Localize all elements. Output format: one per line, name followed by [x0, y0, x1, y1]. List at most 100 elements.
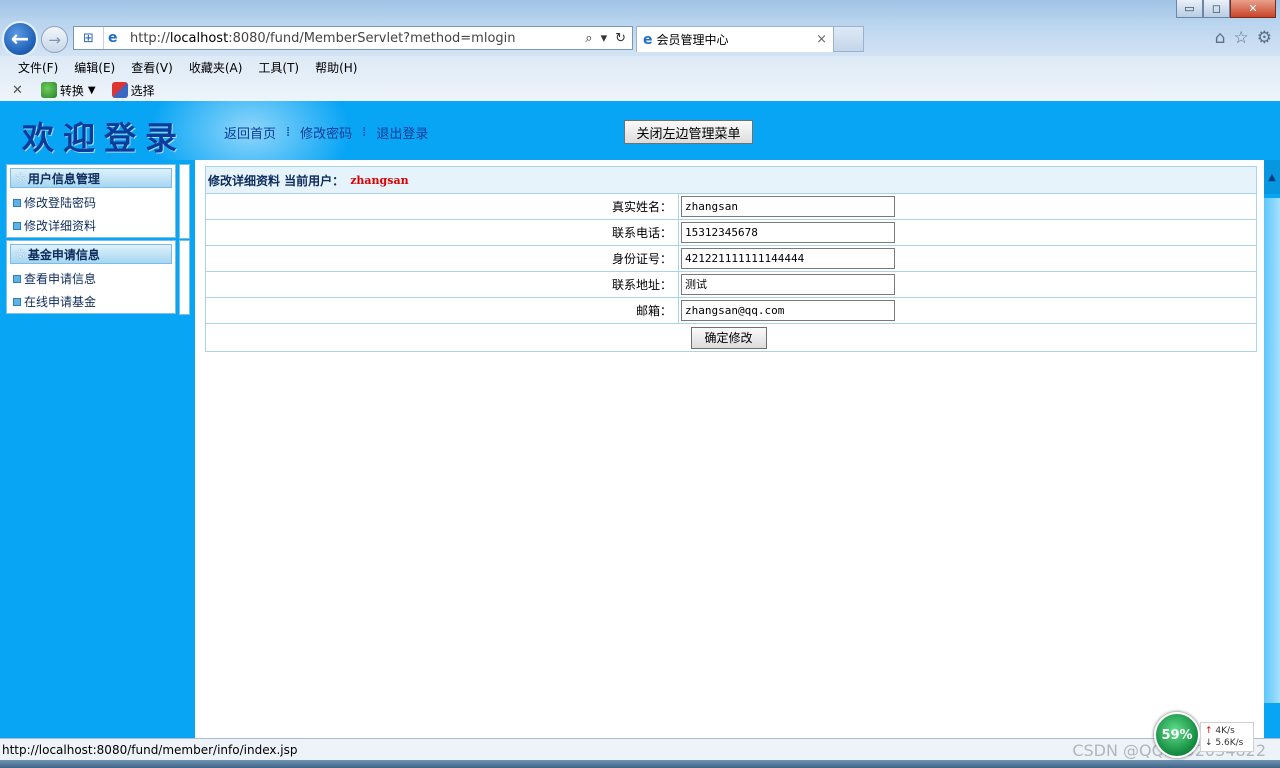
link-logout[interactable]: 退出登录 — [376, 123, 428, 142]
convert-button[interactable]: 转换 ▼ — [40, 82, 102, 99]
confirm-edit-button[interactable]: 确定修改 — [690, 326, 767, 349]
convert-label: 转换 — [59, 83, 84, 98]
sidebar-item-label: 修改详细资料 — [24, 219, 97, 233]
id-number-input[interactable]: 421221111111144444 — [681, 248, 895, 269]
sidebar-item-label: 在线申请基金 — [24, 295, 97, 309]
select-label: 选择 — [130, 83, 155, 98]
back-button[interactable]: ← — [2, 21, 38, 57]
panel-header-user-info[interactable]: ✩ 用户信息管理 — [10, 168, 172, 188]
close-window-button[interactable]: ✕ — [1230, 0, 1276, 18]
tab-title: 会员管理中心 — [656, 33, 729, 47]
form-row-address: 联系地址： 测试 — [206, 272, 1256, 298]
left-sidebar: ✩ 用户信息管理 修改登陆密码 修改详细资料 ✩ 基金申请信息 查看申请信息 在线申… — [0, 160, 195, 738]
form-row-phone: 联系电话： 15312345678 — [206, 220, 1256, 246]
scroll-thumb[interactable] — [1264, 198, 1280, 703]
email-label: 邮箱： — [206, 298, 679, 323]
menu-file[interactable]: 文件(F) — [18, 59, 58, 76]
panel-rail — [179, 164, 190, 239]
favorites-icon[interactable]: ☆ — [1234, 28, 1249, 48]
main-content: 修改详细资料 当前用户： zhangsan 真实姓名： zhangsan 联系电… — [195, 160, 1264, 738]
convert-icon — [40, 82, 57, 98]
address-url[interactable]: http://localhost:8080/fund/MemberServlet… — [130, 31, 585, 46]
url-host: localhost — [169, 30, 229, 46]
vertical-scrollbar[interactable]: ▲ — [1264, 160, 1280, 738]
url-scheme: http:// — [130, 30, 170, 46]
user-info-panel: ✩ 用户信息管理 修改登陆密码 修改详细资料 — [6, 164, 176, 238]
sidebar-item-edit-details[interactable]: 修改详细资料 — [7, 214, 175, 237]
scroll-up-icon[interactable]: ▲ — [1264, 160, 1280, 194]
real-name-label: 真实姓名： — [206, 194, 679, 219]
bullet-icon — [13, 297, 21, 306]
address-input[interactable]: 测试 — [681, 274, 895, 295]
download-speed: 5.6K/s — [1215, 738, 1244, 748]
menu-view[interactable]: 查看(V) — [131, 59, 173, 76]
search-icon[interactable]: ⌕ — [585, 31, 592, 46]
form-heading: 修改详细资料 当前用户： zhangsan — [206, 167, 1256, 194]
refresh-icon[interactable]: ↻ — [615, 31, 626, 46]
sidebar-item-label: 查看申请信息 — [24, 272, 97, 286]
address-bar[interactable]: ⊞ e http://localhost:8080/fund/MemberSer… — [73, 26, 633, 50]
link-change-password[interactable]: 修改密码 — [300, 123, 352, 142]
download-arrow-icon: ↓ — [1205, 738, 1213, 748]
real-name-input[interactable]: zhangsan — [681, 196, 895, 217]
minimize-button[interactable]: ▭ — [1176, 0, 1203, 18]
edit-details-form: 修改详细资料 当前用户： zhangsan 真实姓名： zhangsan 联系电… — [205, 166, 1257, 352]
network-monitor-widget[interactable]: 59% — [1154, 712, 1200, 758]
menu-favorites[interactable]: 收藏夹(A) — [189, 59, 243, 76]
add-favorite-icon[interactable]: ⊞ — [74, 27, 104, 49]
forward-arrow-icon: → — [48, 30, 61, 49]
os-taskbar — [0, 760, 1280, 768]
toggle-left-menu-button[interactable]: 关闭左边管理菜单 — [624, 120, 753, 144]
form-row-id-number: 身份证号： 421221111111144444 — [206, 246, 1256, 272]
tab-member-center[interactable]: e 会员管理中心 × — [636, 26, 834, 52]
sidebar-item-view-applications[interactable]: 查看申请信息 — [7, 267, 175, 290]
close-toolbar-icon[interactable]: ✕ — [12, 83, 23, 98]
sidebar-item-apply-fund-online[interactable]: 在线申请基金 — [7, 290, 175, 313]
settings-gear-icon[interactable]: ⚙ — [1257, 28, 1272, 48]
new-tab-button[interactable] — [834, 26, 864, 52]
back-arrow-icon: ← — [10, 26, 30, 52]
tab-close-icon[interactable]: × — [816, 32, 827, 47]
status-url: http://localhost:8080/fund/member/info/i… — [2, 742, 298, 757]
menu-help[interactable]: 帮助(H) — [315, 59, 357, 76]
form-row-submit: 确定修改 — [206, 324, 1256, 351]
sidebar-item-label: 修改登陆密码 — [24, 196, 97, 210]
chevron-down-icon[interactable]: ▼ — [88, 85, 96, 96]
bullet-icon — [13, 274, 21, 283]
star-icon: ✩ — [15, 170, 26, 186]
welcome-title: 欢迎登录 — [22, 119, 187, 157]
app-header: 欢迎登录 返回首页 ⁞ 修改密码 ⁞ 退出登录 关闭左边管理菜单 — [0, 101, 1280, 160]
address-label: 联系地址： — [206, 272, 679, 297]
upload-arrow-icon: ↑ — [1205, 726, 1213, 736]
star-icon: ✩ — [15, 246, 26, 262]
forward-button[interactable]: → — [41, 26, 68, 53]
menu-bar: 文件(F) 编辑(E) 查看(V) 收藏夹(A) 工具(T) 帮助(H) — [0, 56, 1280, 78]
current-user: zhangsan — [350, 173, 409, 187]
bullet-icon — [13, 198, 21, 207]
menu-tools[interactable]: 工具(T) — [258, 59, 299, 76]
panel-title: 基金申请信息 — [27, 247, 100, 262]
select-icon — [111, 82, 128, 98]
fund-application-panel: ✩ 基金申请信息 查看申请信息 在线申请基金 — [6, 240, 176, 314]
home-icon[interactable]: ⌂ — [1215, 28, 1226, 48]
menu-edit[interactable]: 编辑(E) — [74, 59, 115, 76]
form-row-email: 邮箱： zhangsan@qq.com — [206, 298, 1256, 324]
panel-header-fund-application[interactable]: ✩ 基金申请信息 — [10, 244, 172, 264]
select-button[interactable]: 选择 — [111, 82, 155, 99]
sidebar-item-change-login-password[interactable]: 修改登陆密码 — [7, 191, 175, 214]
phone-label: 联系电话： — [206, 220, 679, 245]
restore-button[interactable]: ◻ — [1203, 0, 1230, 18]
status-bar: http://localhost:8080/fund/member/info/i… — [0, 738, 1280, 760]
phone-input[interactable]: 15312345678 — [681, 222, 895, 243]
upload-speed: 4K/s — [1215, 726, 1235, 736]
email-input[interactable]: zhangsan@qq.com — [681, 300, 895, 321]
ie-tab-icon: e — [643, 31, 653, 48]
window-controls: ▭ ◻ ✕ — [1176, 0, 1276, 18]
dropdown-icon[interactable]: ▾ — [601, 31, 608, 46]
panel-rail — [179, 240, 190, 315]
header-nav: 返回首页 ⁞ 修改密码 ⁞ 退出登录 — [224, 123, 428, 142]
command-bar: ✕ 转换 ▼ 选择 — [0, 79, 1280, 101]
browser-chrome: ▭ ◻ ✕ ← → ⊞ e http://localhost:8080/fund… — [0, 0, 1280, 101]
link-home[interactable]: 返回首页 — [224, 123, 276, 142]
nav-separator: ⁞ — [362, 125, 367, 140]
